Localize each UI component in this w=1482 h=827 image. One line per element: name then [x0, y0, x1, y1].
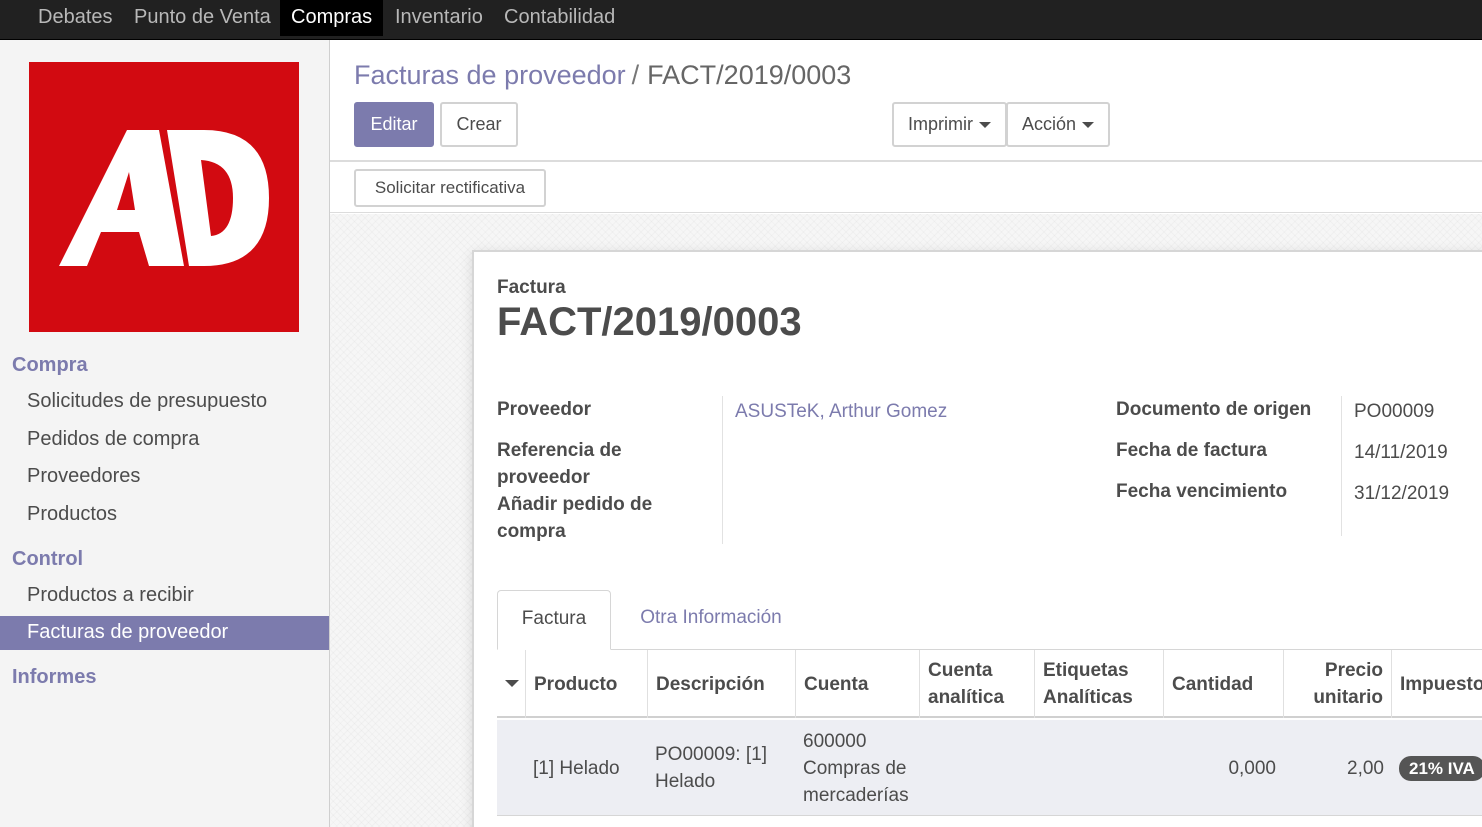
invoice-number: FACT/2019/0003	[497, 300, 802, 344]
request-refund-button[interactable]: Solicitar rectificativa	[354, 169, 546, 207]
field-separator	[722, 396, 723, 544]
action-dropdown[interactable]: Acción	[1006, 102, 1110, 147]
label-anadir-pedido: Añadir pedido de compra	[497, 494, 653, 542]
column-header-precio-unitario[interactable]: Precio unitario	[1284, 650, 1392, 718]
sidebar-item-pedidos[interactable]: Pedidos de compra	[0, 423, 329, 457]
company-logo[interactable]	[29, 62, 299, 332]
label-documento-origen: Documento de origen	[1116, 399, 1312, 420]
value-fecha-factura: 14/11/2019	[1354, 442, 1448, 463]
chevron-down-icon	[1082, 122, 1095, 129]
print-label: Imprimir	[908, 114, 973, 134]
breadcrumb-current: FACT/2019/0003	[647, 60, 852, 90]
topnav-compras[interactable]: Compras	[280, 0, 384, 36]
topnav-debates[interactable]: Debates	[27, 0, 124, 36]
topnav-contabilidad[interactable]: Contabilidad	[493, 0, 626, 36]
tab-factura[interactable]: Factura	[497, 590, 611, 650]
column-header-cuenta-analitica[interactable]: Cuenta analítica	[920, 650, 1035, 718]
label-referencia-proveedor: Referencia de proveedor	[497, 440, 622, 488]
caret-down-icon	[505, 680, 519, 687]
column-header-cantidad[interactable]: Cantidad	[1164, 650, 1284, 718]
tax-badge: 21% IVA	[1399, 756, 1482, 781]
handle-column-header[interactable]	[497, 650, 526, 718]
document-type-label: Factura	[497, 277, 566, 298]
column-header-impuestos[interactable]: Impuestos	[1392, 650, 1482, 718]
cell-cantidad: 0,000	[1228, 758, 1276, 779]
print-dropdown[interactable]: Imprimir	[892, 102, 1007, 147]
create-button[interactable]: Crear	[440, 102, 518, 147]
breadcrumb-parent[interactable]: Facturas de proveedor	[354, 60, 626, 90]
topnav-punto-de-venta[interactable]: Punto de Venta	[123, 0, 282, 36]
cell-descripcion: PO00009: [1] Helado	[655, 744, 767, 792]
label-fecha-vencimiento: Fecha vencimiento	[1116, 481, 1288, 502]
sidebar-section-compra: Compra	[12, 354, 88, 376]
top-navbar: Debates Punto de Venta Compras Inventari…	[0, 0, 1482, 40]
sidebar: Compra Solicitudes de presupuesto Pedido…	[0, 40, 330, 827]
sidebar-item-productos[interactable]: Productos	[0, 498, 329, 532]
column-header-producto[interactable]: Producto	[526, 650, 648, 718]
cell-cuenta: 600000 Compras de mercaderías	[803, 731, 909, 806]
sidebar-item-solicitudes[interactable]: Solicitudes de presupuesto	[0, 385, 329, 419]
column-header-etiquetas-analiticas[interactable]: Etiquetas Analíticas	[1035, 650, 1164, 718]
divider	[330, 212, 1482, 213]
invoice-lines-header: Producto Descripción Cuenta Cuenta analí…	[497, 650, 1482, 718]
sidebar-item-facturas-proveedor[interactable]: Facturas de proveedor	[0, 616, 329, 650]
topnav-inventario[interactable]: Inventario	[384, 0, 494, 36]
label-fecha-factura: Fecha de factura	[1116, 440, 1267, 461]
chevron-down-icon	[979, 122, 991, 129]
sidebar-item-productos-recibir[interactable]: Productos a recibir	[0, 579, 329, 613]
sidebar-item-proveedores[interactable]: Proveedores	[0, 460, 329, 494]
sidebar-section-control: Control	[12, 548, 84, 570]
cell-precio-unitario: 2,00	[1347, 758, 1384, 779]
action-label: Acción	[1021, 114, 1077, 134]
column-header-descripcion[interactable]: Descripción	[648, 650, 796, 718]
sidebar-section-informes[interactable]: Informes	[12, 666, 96, 689]
breadcrumb-separator: /	[631, 60, 640, 90]
field-separator	[1341, 396, 1342, 536]
label-proveedor: Proveedor	[497, 399, 591, 420]
value-documento-origen: PO00009	[1354, 401, 1435, 422]
value-fecha-vencimiento: 31/12/2019	[1354, 483, 1450, 504]
breadcrumb: Facturas de proveedor / FACT/2019/0003	[354, 58, 851, 92]
edit-button[interactable]: Editar	[354, 102, 434, 147]
tab-otra-informacion[interactable]: Otra Información	[622, 590, 800, 650]
cell-producto: [1] Helado	[533, 758, 620, 779]
column-header-cuenta[interactable]: Cuenta	[796, 650, 920, 718]
ad-logo-graphic	[59, 130, 269, 266]
vendor-link[interactable]: ASUSTeK, Arthur Gomez	[735, 398, 947, 425]
